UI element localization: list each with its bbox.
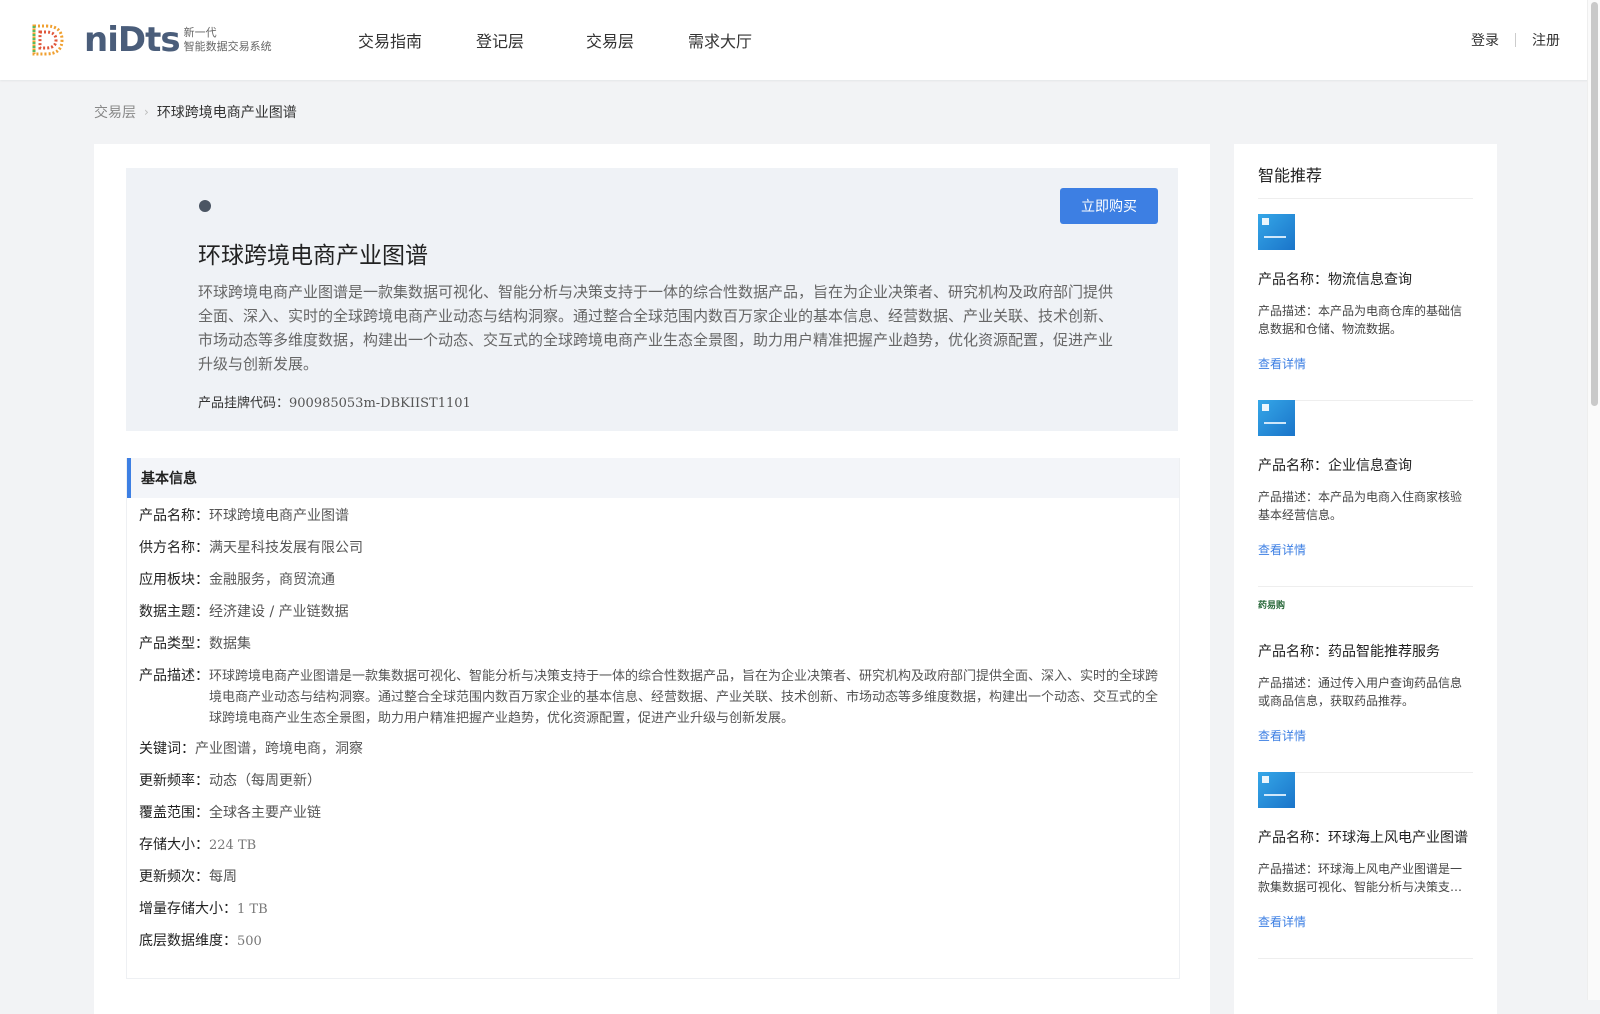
info-row: 更新频次： 每周	[127, 867, 1179, 899]
product-listing-code: 产品挂牌代码：900985053m-DBKIIST1101	[198, 392, 471, 411]
view-details-link[interactable]: 查看详情	[1258, 541, 1306, 558]
logo[interactable]: niDts 新一代 智能数据交易系统	[28, 18, 272, 62]
info-row-value: 500	[237, 934, 262, 949]
info-row: 应用板块： 金融服务，商贸流通	[127, 570, 1179, 602]
product-detail-panel: 立即购买 环球跨境电商产业图谱 环球跨境电商产业图谱是一款集数据可视化、智能分析…	[94, 144, 1210, 1014]
logo-subtitle: 新一代 智能数据交易系统	[184, 26, 272, 54]
buy-now-button[interactable]: 立即购买	[1060, 188, 1158, 224]
info-row: 产品描述： 环球跨境电商产业图谱是一款集数据可视化、智能分析与决策支持于一体的综合…	[127, 666, 1179, 739]
nav-item-trading[interactable]: 交易层	[586, 28, 634, 52]
view-details-link[interactable]: 查看详情	[1258, 727, 1306, 744]
product-hero: 立即购买 环球跨境电商产业图谱 环球跨境电商产业图谱是一款集数据可视化、智能分析…	[126, 168, 1178, 431]
logo-d-mark-icon	[32, 24, 64, 56]
info-row: 增量存储大小： 1 TB	[127, 899, 1179, 931]
info-row-label: 产品描述：	[139, 668, 209, 684]
recommendation-description: 产品描述：通过传入用户查询药品信息或商品信息，获取药品推荐。	[1258, 676, 1463, 708]
recommendation-name: 产品名称：企业信息查询	[1258, 458, 1412, 474]
info-row-value: 每周	[209, 869, 237, 885]
info-row-label: 应用板块：	[139, 572, 209, 588]
info-row-label: 更新频次：	[139, 869, 209, 885]
recommendation-description: 产品描述：环球海上风电产业图谱是一款集数据可视化、智能分析与决策支持于一体的综合…	[1258, 862, 1463, 894]
recommendation-card[interactable]: 产品名称：环球海上风电产业图谱产品描述：环球海上风电产业图谱是一款集数据可视化、…	[1258, 772, 1473, 959]
page-scrollbar[interactable]	[1587, 0, 1600, 1000]
info-row-value: 产业图谱，跨境电商，洞察	[195, 741, 363, 757]
recommendation-card[interactable]: 产品名称：企业信息查询产品描述：本产品为电商入住商家核验基本经营信息。查看详情	[1258, 400, 1473, 587]
nav-item-registry[interactable]: 登记层	[476, 28, 524, 52]
scrollbar-thumb[interactable]	[1591, 2, 1598, 406]
product-thumbnail[interactable]	[1258, 214, 1295, 250]
sidebar-divider	[1258, 198, 1473, 199]
breadcrumb-parent[interactable]: 交易层	[94, 102, 136, 122]
recommendation-name: 产品名称：环球海上风电产业图谱	[1258, 830, 1468, 846]
main-nav: 交易指南 登记层 交易层 需求大厅	[358, 0, 806, 80]
logo-sub-line2: 智能数据交易系统	[183, 40, 272, 53]
drug-logo-text: 药易购	[1258, 600, 1286, 611]
info-row-value: 满天星科技发展有限公司	[209, 540, 363, 556]
info-row: 供方名称： 满天星科技发展有限公司	[127, 538, 1179, 570]
info-row: 数据主题： 经济建设 / 产业链数据	[127, 602, 1179, 634]
recommendation-card[interactable]: 药易购产品名称：药品智能推荐服务产品描述：通过传入用户查询药品信息或商品信息，获…	[1258, 586, 1473, 773]
info-row-label: 增量存储大小：	[139, 901, 237, 917]
info-row-label: 产品类型：	[139, 636, 209, 652]
product-logo-icon	[199, 200, 211, 212]
info-row-value: 环球跨境电商产业图谱	[209, 508, 349, 524]
product-thumbnail[interactable]	[1258, 400, 1295, 436]
view-details-link[interactable]: 查看详情	[1258, 913, 1306, 930]
info-row-label: 底层数据维度：	[139, 933, 237, 949]
breadcrumb: 交易层 › 环球跨境电商产业图谱	[94, 102, 297, 122]
nav-item-guide[interactable]: 交易指南	[358, 28, 422, 52]
product-description: 环球跨境电商产业图谱是一款集数据可视化、智能分析与决策支持于一体的综合性数据产品…	[198, 283, 1114, 373]
login-link[interactable]: 登录	[1471, 30, 1499, 50]
logo-sub-line1: 新一代	[183, 26, 217, 39]
info-row-label: 存储大小：	[139, 837, 209, 853]
info-row-value: 224 TB	[209, 838, 257, 853]
info-row-label: 关键词：	[139, 741, 195, 757]
chevron-right-icon: ›	[144, 105, 149, 119]
auth-divider	[1515, 33, 1516, 47]
info-row: 关键词： 产业图谱，跨境电商，洞察	[127, 739, 1179, 771]
product-thumbnail[interactable]	[1258, 772, 1295, 808]
info-row: 产品名称： 环球跨境电商产业图谱	[127, 506, 1179, 538]
info-row-label: 覆盖范围：	[139, 805, 209, 821]
info-row: 覆盖范围： 全球各主要产业链	[127, 803, 1179, 835]
info-row-value: 动态（每周更新）	[209, 773, 321, 789]
info-row: 底层数据维度： 500	[127, 931, 1179, 963]
info-row: 存储大小： 224 TB	[127, 835, 1179, 867]
recommendation-name: 产品名称：物流信息查询	[1258, 272, 1412, 288]
logo-wordmark: niDts	[84, 20, 181, 60]
nav-item-demand-hall[interactable]: 需求大厅	[688, 28, 752, 52]
sidebar-title: 智能推荐	[1258, 166, 1323, 185]
recommendation-description: 产品描述：本产品为电商仓库的基础信息数据和仓储、物流数据。	[1258, 304, 1463, 336]
basic-info-section: 基本信息 产品名称： 环球跨境电商产业图谱 供方名称： 满天星科技发展有限公司 应用板块…	[126, 458, 1180, 979]
recommendation-card[interactable]: 产品名称：物流信息查询产品描述：本产品为电商仓库的基础信息数据和仓储、物流数据。…	[1258, 214, 1473, 401]
view-details-link[interactable]: 查看详情	[1258, 355, 1306, 372]
breadcrumb-current: 环球跨境电商产业图谱	[156, 105, 297, 121]
listing-code-label: 产品挂牌代码：	[198, 396, 290, 411]
register-link[interactable]: 注册	[1532, 30, 1560, 50]
basic-info-rows: 产品名称： 环球跨境电商产业图谱 供方名称： 满天星科技发展有限公司 应用板块： 金融服务…	[127, 498, 1179, 963]
info-row: 产品类型： 数据集	[127, 634, 1179, 666]
info-row-label: 数据主题：	[139, 604, 209, 620]
info-row: 更新频率： 动态（每周更新）	[127, 771, 1179, 803]
recommendation-sidebar: 智能推荐 产品名称：物流信息查询产品描述：本产品为电商仓库的基础信息数据和仓储、…	[1234, 144, 1497, 1014]
info-row-label: 供方名称：	[139, 540, 209, 556]
info-row-value: 经济建设 / 产业链数据	[209, 604, 349, 620]
listing-code-value: 900985053m-DBKIIST1101	[289, 396, 471, 411]
recommendation-name: 产品名称：药品智能推荐服务	[1258, 644, 1440, 660]
auth-links: 登录 注册	[1471, 0, 1560, 80]
recommendation-description: 产品描述：本产品为电商入住商家核验基本经营信息。	[1258, 490, 1463, 522]
info-row-label: 产品名称：	[139, 508, 209, 524]
product-title: 环球跨境电商产业图谱	[198, 243, 428, 269]
top-header: niDts 新一代 智能数据交易系统 交易指南 登记层 交易层 需求大厅 登录 …	[0, 0, 1600, 80]
info-row-value: 环球跨境电商产业图谱是一款集数据可视化、智能分析与决策支持于一体的综合性数据产品…	[209, 669, 1159, 726]
basic-info-title: 基本信息	[127, 458, 1179, 498]
info-row-value: 金融服务，商贸流通	[209, 572, 335, 588]
info-row-value: 数据集	[209, 636, 251, 652]
info-row-value: 全球各主要产业链	[209, 805, 321, 821]
info-row-value: 1 TB	[237, 902, 268, 917]
info-row-label: 更新频率：	[139, 773, 209, 789]
drug-brand-logo: 药易购	[1258, 586, 1298, 622]
